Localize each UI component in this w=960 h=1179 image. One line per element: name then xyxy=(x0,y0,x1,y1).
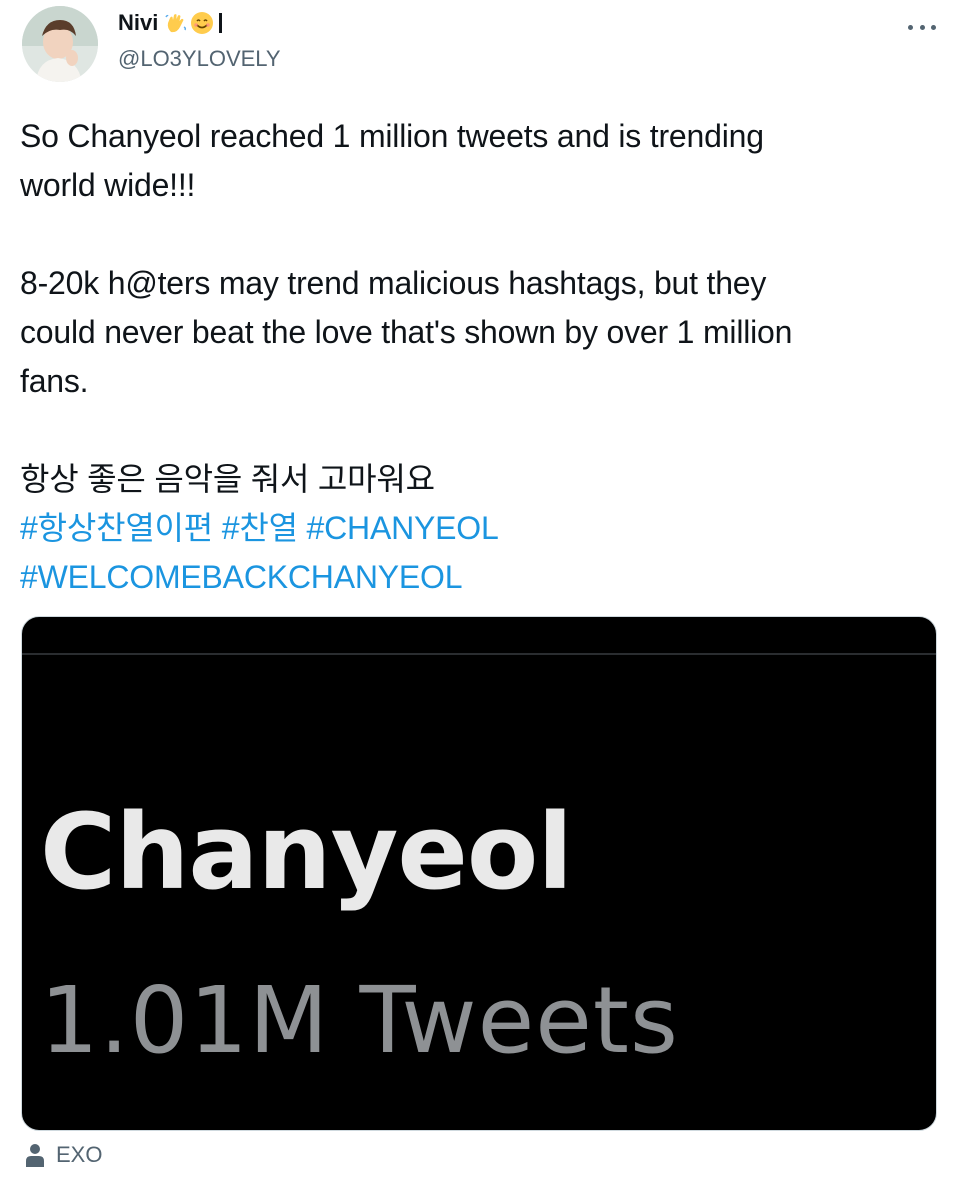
more-icon[interactable] xyxy=(908,20,936,34)
avatar-image xyxy=(22,6,98,82)
tagged-user[interactable]: EXO xyxy=(24,1142,102,1168)
author-name-row[interactable]: Nivi xyxy=(118,10,223,36)
hashtag-row: #항상찬열이편 #찬열 #CHANYEOL xyxy=(20,504,920,553)
hashtag-link[interactable]: #CHANYEOL xyxy=(307,510,499,546)
tagged-user-label[interactable]: EXO xyxy=(56,1142,102,1168)
hashtag-link[interactable]: #찬열 xyxy=(222,510,298,546)
trend-name: Chanyeol xyxy=(40,791,573,913)
hashtag-row: #WELCOMEBACKCHANYEOL xyxy=(20,553,920,602)
media-image[interactable]: Chanyeol 1.01M Tweets xyxy=(21,616,937,1131)
author-display-name[interactable]: Nivi xyxy=(118,10,158,36)
avatar[interactable] xyxy=(22,6,98,82)
tweet-text: So Chanyeol reached 1 million tweets and… xyxy=(20,112,920,602)
media-divider xyxy=(22,653,936,655)
author-handle[interactable]: @LO3YLOVELY xyxy=(118,46,281,72)
tweet-line: So Chanyeol reached 1 million tweets and… xyxy=(20,118,764,154)
tweet-line: 8-20k h@ters may trend malicious hashtag… xyxy=(20,265,767,301)
hashtag-link[interactable]: #항상찬열이편 xyxy=(20,510,213,546)
name-divider xyxy=(219,13,223,33)
person-icon xyxy=(26,1144,44,1167)
tweet-line: world wide!!! xyxy=(20,167,196,203)
smiling-face-emoji-icon xyxy=(191,12,214,34)
name-emoji-group xyxy=(164,11,223,35)
tweet-line: fans. xyxy=(20,363,89,399)
hashtag-link[interactable]: #WELCOMEBACKCHANYEOL xyxy=(20,559,463,595)
waving-hand-emoji-icon xyxy=(165,14,187,33)
tweet-line: 항상 좋은 음악을 줘서 고마워요 xyxy=(20,461,435,497)
tweet-line: could never beat the love that's shown b… xyxy=(20,314,793,350)
trend-count: 1.01M Tweets xyxy=(40,967,679,1074)
